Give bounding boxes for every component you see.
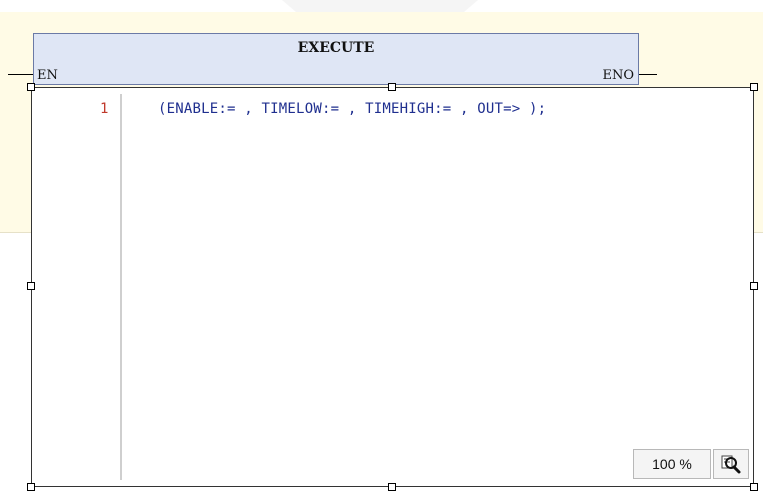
output-wire — [639, 74, 657, 75]
resize-handle-top-left[interactable] — [27, 83, 35, 91]
code-line[interactable]: (ENABLE:= , TIMELOW:= , TIMEHIGH:= , OUT… — [158, 101, 546, 117]
pin-eno-label: ENO — [602, 68, 634, 83]
resize-handle-bottom-right[interactable] — [750, 483, 758, 491]
function-block-title: EXECUTE — [297, 40, 375, 56]
resize-handle-top-right[interactable] — [750, 83, 758, 91]
st-code-editor[interactable]: 1 (ENABLE:= , TIMELOW:= , TIMEHIGH:= , O… — [31, 87, 754, 487]
gutter-divider — [120, 94, 122, 480]
zoom-button[interactable] — [713, 449, 749, 479]
background-artifact — [282, 0, 478, 12]
resize-handle-bottom-center[interactable] — [388, 483, 396, 491]
zoom-magnifier-icon — [721, 455, 741, 474]
function-block[interactable]: EXECUTE EN ENO — [33, 33, 639, 85]
line-number: 1 — [100, 101, 109, 117]
resize-handle-middle-left[interactable] — [27, 282, 35, 290]
resize-handle-bottom-left[interactable] — [27, 483, 35, 491]
resize-handle-middle-right[interactable] — [750, 282, 758, 290]
zoom-level-display[interactable]: 100 % — [633, 449, 711, 479]
resize-handle-top-center[interactable] — [388, 83, 396, 91]
input-wire — [8, 74, 34, 75]
pin-en-label: EN — [37, 68, 58, 83]
